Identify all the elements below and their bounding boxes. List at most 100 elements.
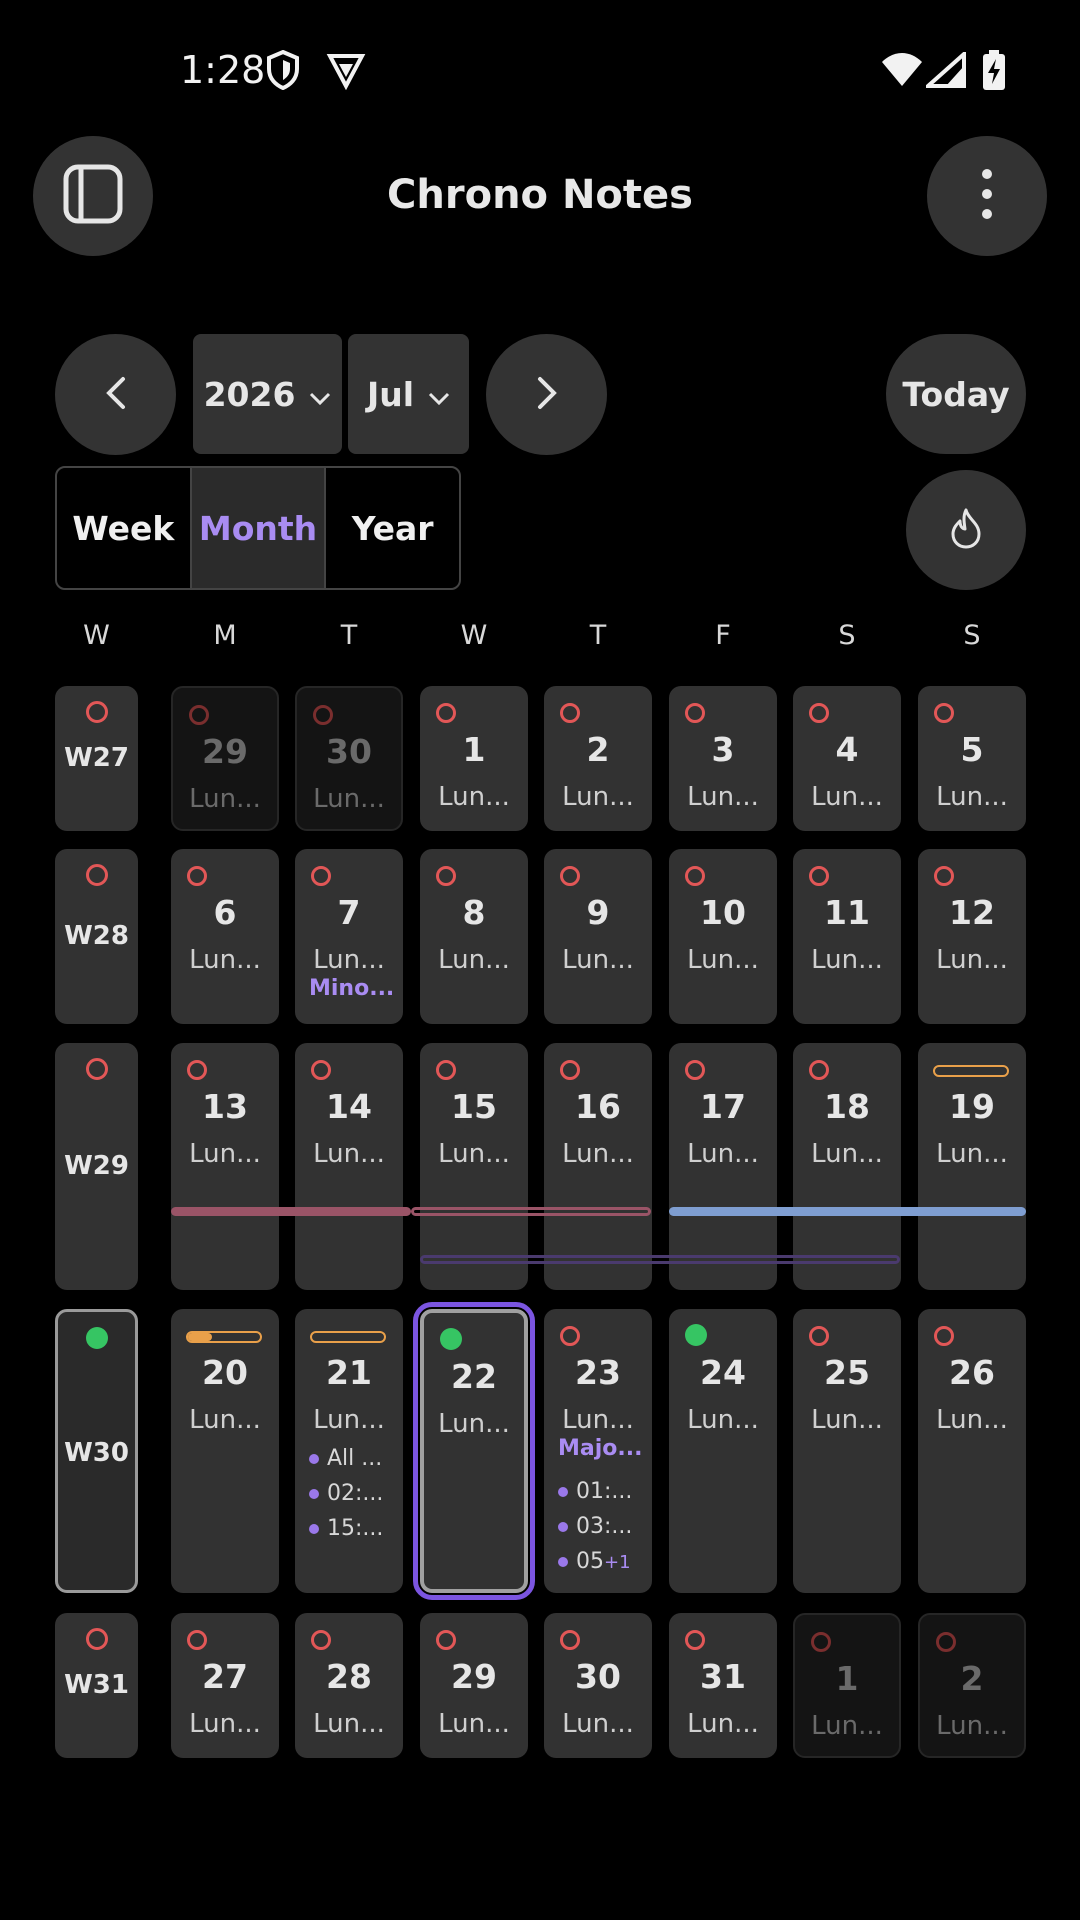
day-number: 29 [451, 1657, 497, 1696]
week-number-label: W31 [64, 1669, 129, 1700]
lunar-date: Lun... [811, 1711, 883, 1741]
day-cell[interactable]: 30 Lun... [295, 686, 403, 831]
day-cell[interactable]: 26 Lun... [918, 1309, 1026, 1593]
day-cell[interactable]: 18 Lun... [793, 1043, 901, 1290]
day-number: 15 [451, 1087, 497, 1126]
week-number-cell[interactable]: W30 [55, 1309, 138, 1593]
event-item[interactable]: 03:... [558, 1514, 632, 1539]
day-cell[interactable]: 23 Lun... Majo... 01:... 03:... 05+1 [544, 1309, 652, 1593]
day-cell[interactable]: 10 Lun... [669, 849, 777, 1024]
day-note: Mino... [309, 976, 395, 1001]
view-month-tab[interactable]: Month [191, 468, 327, 588]
day-cell[interactable]: 3 Lun... [669, 686, 777, 831]
day-number: 27 [202, 1657, 248, 1696]
day-cell-today[interactable]: 22 Lun... [413, 1302, 535, 1600]
day-status-ring [436, 1060, 456, 1080]
battery-charging-icon [982, 50, 1006, 94]
next-month-button[interactable] [486, 334, 607, 455]
day-status-ring [187, 1060, 207, 1080]
day-status-ring [809, 703, 829, 723]
event-item[interactable]: 02:... [309, 1481, 383, 1506]
day-cell[interactable]: 31 Lun... [669, 1613, 777, 1758]
chevron-right-icon [536, 376, 558, 414]
day-cell[interactable]: 24 Lun... [669, 1309, 777, 1593]
day-note: Majo... [558, 1436, 643, 1461]
today-button[interactable]: Today [886, 334, 1026, 454]
day-cell[interactable]: 12 Lun... [918, 849, 1026, 1024]
day-cell[interactable]: 2 Lun... [918, 1613, 1026, 1758]
day-cell[interactable]: 8 Lun... [420, 849, 528, 1024]
day-cell[interactable]: 1 Lun... [420, 686, 528, 831]
day-cell[interactable]: 9 Lun... [544, 849, 652, 1024]
month-dropdown[interactable]: Jul [348, 334, 469, 454]
day-cell[interactable]: 29 Lun... [171, 686, 279, 831]
lunar-date: Lun... [562, 1405, 634, 1435]
week-status-ring [85, 864, 108, 886]
lunar-date: Lun... [936, 945, 1008, 975]
day-number: 3 [711, 730, 735, 769]
day-cell[interactable]: 29 Lun... [420, 1613, 528, 1758]
day-cell[interactable]: 30 Lun... [544, 1613, 652, 1758]
year-dropdown[interactable]: 2026 [193, 334, 342, 454]
day-cell[interactable]: 6 Lun... [171, 849, 279, 1024]
day-number: 13 [202, 1087, 248, 1126]
day-cell[interactable]: 4 Lun... [793, 686, 901, 831]
week-number-cell[interactable]: W29 [55, 1043, 138, 1290]
view-week-tab[interactable]: Week [57, 468, 192, 588]
weekday-header-week: W [83, 620, 110, 651]
day-cell[interactable]: 13 Lun... [171, 1043, 279, 1290]
view-year-tab[interactable]: Year [326, 468, 459, 588]
day-number: 6 [213, 893, 237, 932]
event-item[interactable]: 01:... [558, 1479, 632, 1504]
day-number: 12 [949, 893, 995, 932]
day-complete-dot [685, 1324, 707, 1346]
day-number: 17 [700, 1087, 746, 1126]
event-item[interactable]: 05+1 [558, 1549, 631, 1574]
year-value: 2026 [203, 374, 296, 414]
day-cell[interactable]: 19 Lun... [918, 1043, 1026, 1290]
day-status-ring [685, 866, 705, 886]
multi-day-event-bar[interactable] [411, 1207, 651, 1216]
day-number: 19 [949, 1087, 995, 1126]
streak-button[interactable] [906, 470, 1026, 590]
day-cell[interactable]: 5 Lun... [918, 686, 1026, 831]
month-value: Jul [366, 374, 415, 414]
day-cell[interactable]: 15 Lun... [420, 1043, 528, 1290]
multi-day-event-bar[interactable] [420, 1255, 900, 1264]
day-cell[interactable]: 17 Lun... [669, 1043, 777, 1290]
shield-icon [266, 49, 300, 94]
lunar-date: Lun... [936, 782, 1008, 812]
lunar-date: Lun... [313, 784, 385, 814]
week-status-ring [85, 1058, 108, 1080]
lunar-date: Lun... [438, 945, 510, 975]
day-cell[interactable]: 7 Lun... Mino... [295, 849, 403, 1024]
day-status-ring [936, 1632, 956, 1652]
day-cell[interactable]: 21 Lun... All ... 02:... 15:... [295, 1309, 403, 1593]
week-number-cell[interactable]: W27 [55, 686, 138, 831]
multi-day-event-bar[interactable] [171, 1207, 411, 1216]
day-cell[interactable]: 14 Lun... [295, 1043, 403, 1290]
event-item[interactable]: 15:... [309, 1516, 383, 1541]
day-cell[interactable]: 28 Lun... [295, 1613, 403, 1758]
event-item[interactable]: All ... [309, 1446, 382, 1471]
more-options-button[interactable] [927, 136, 1047, 256]
day-cell[interactable]: 25 Lun... [793, 1309, 901, 1593]
day-cell[interactable]: 2 Lun... [544, 686, 652, 831]
previous-month-button[interactable] [55, 334, 176, 455]
lunar-date: Lun... [687, 945, 759, 975]
day-complete-dot [440, 1328, 462, 1350]
week-number-cell[interactable]: W28 [55, 849, 138, 1024]
day-number: 5 [960, 730, 984, 769]
multi-day-event-bar[interactable] [669, 1207, 1026, 1216]
day-cell[interactable]: 16 Lun... [544, 1043, 652, 1290]
lunar-date: Lun... [811, 1405, 883, 1435]
week-number-cell[interactable]: W31 [55, 1613, 138, 1758]
lunar-date: Lun... [438, 1409, 510, 1439]
day-cell[interactable]: 11 Lun... [793, 849, 901, 1024]
day-cell[interactable]: 27 Lun... [171, 1613, 279, 1758]
day-cell[interactable]: 1 Lun... [793, 1613, 901, 1758]
day-status-ring [809, 1060, 829, 1080]
day-cell[interactable]: 20 Lun... [171, 1309, 279, 1593]
week-complete-dot [85, 1327, 108, 1349]
day-number: 26 [949, 1353, 995, 1392]
